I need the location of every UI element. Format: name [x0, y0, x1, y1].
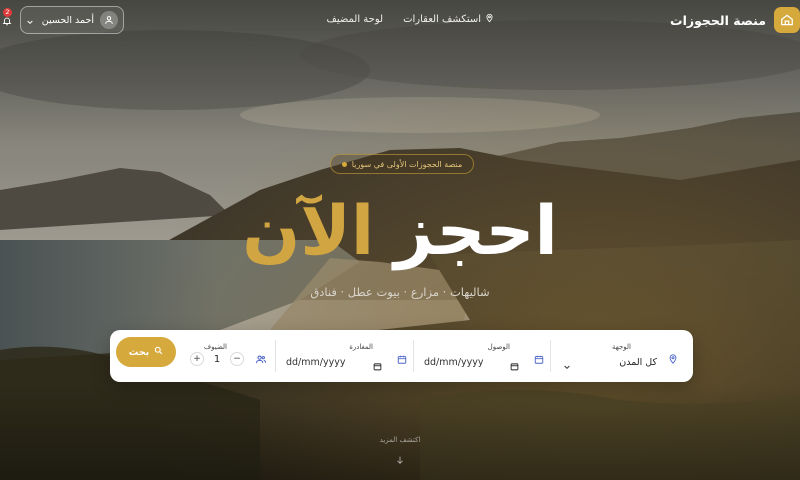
chevron-down-icon: [26, 11, 34, 30]
map-pin-icon: [485, 13, 494, 26]
checkout-label: المغادرة: [349, 343, 373, 351]
search-button-label: بحث: [128, 346, 150, 358]
nav-explore-label: استكشف العقارات: [403, 14, 481, 25]
divider: [275, 340, 276, 372]
hero-tag: منصة الحجوزات الأولى في سوريا: [330, 154, 474, 174]
guests-increase-button[interactable]: +: [190, 352, 204, 366]
brand-name: منصة الحجوزات: [670, 12, 766, 28]
calendar-icon: [397, 350, 407, 369]
nav-host-dashboard[interactable]: لوحة المضيف: [326, 14, 383, 25]
hero-title-accent: الآن: [242, 192, 375, 271]
checkout-input[interactable]: dd/mm/yyyy: [286, 357, 345, 368]
hero-tag-text: منصة الحجوزات الأولى في سوريا: [351, 159, 463, 169]
explore-more-text[interactable]: اكتشف المزيد: [370, 436, 430, 444]
main-nav: استكشف العقارات لوحة المضيف: [326, 13, 494, 26]
tag-dot: [341, 161, 347, 167]
map-pin-icon: [668, 350, 678, 369]
arrow-down-icon[interactable]: [395, 450, 405, 469]
hero-subtitle: شاليهات · مزارع · بيوت عطل · فنادق: [310, 285, 490, 299]
checkin-label: الوصول: [487, 343, 510, 351]
brand[interactable]: منصة الحجوزات: [670, 7, 800, 33]
date-picker-icon[interactable]: [373, 356, 382, 375]
divider: [413, 340, 414, 372]
date-picker-icon[interactable]: [510, 356, 519, 375]
notifications-button[interactable]: 2: [0, 8, 12, 26]
checkout-field[interactable]: المغادرة dd/mm/yyyy: [276, 330, 413, 382]
nav-host-label: لوحة المضيف: [326, 14, 384, 25]
guests-count: 1: [213, 354, 221, 365]
guests-decrease-button[interactable]: −: [230, 352, 244, 366]
hero-title: احجز الآن: [200, 182, 600, 282]
hero-title-main: احجز: [394, 192, 558, 271]
checkin-field[interactable]: الوصول dd/mm/yyyy: [414, 330, 550, 382]
checkin-input[interactable]: dd/mm/yyyy: [424, 357, 483, 368]
users-icon: [255, 350, 267, 369]
search-button[interactable]: بحث: [116, 337, 176, 367]
user-menu-button[interactable]: أحمد الحسين: [20, 6, 124, 34]
destination-select[interactable]: كل المدن: [619, 357, 657, 368]
search-icon: [154, 346, 163, 358]
chevron-down-icon: [563, 356, 571, 375]
destination-label: الوجهة: [611, 343, 631, 351]
nav-explore-properties[interactable]: استكشف العقارات: [403, 13, 494, 26]
home-icon: [774, 7, 800, 33]
top-navbar: منصة الحجوزات استكشف العقارات لوحة المضي…: [0, 0, 800, 42]
destination-field[interactable]: الوجهة كل المدن: [551, 330, 693, 382]
calendar-icon: [534, 350, 544, 369]
search-bar: الوجهة كل المدن الوصول dd/mm/yyyy المغاد…: [110, 330, 693, 382]
guests-field: الضيوف − 1 +: [186, 330, 275, 382]
divider: [550, 340, 551, 372]
user-icon: [100, 11, 118, 29]
guests-label: الضيوف: [203, 343, 227, 351]
user-name: أحمد الحسين: [41, 14, 94, 26]
notification-badge: 2: [3, 8, 12, 17]
